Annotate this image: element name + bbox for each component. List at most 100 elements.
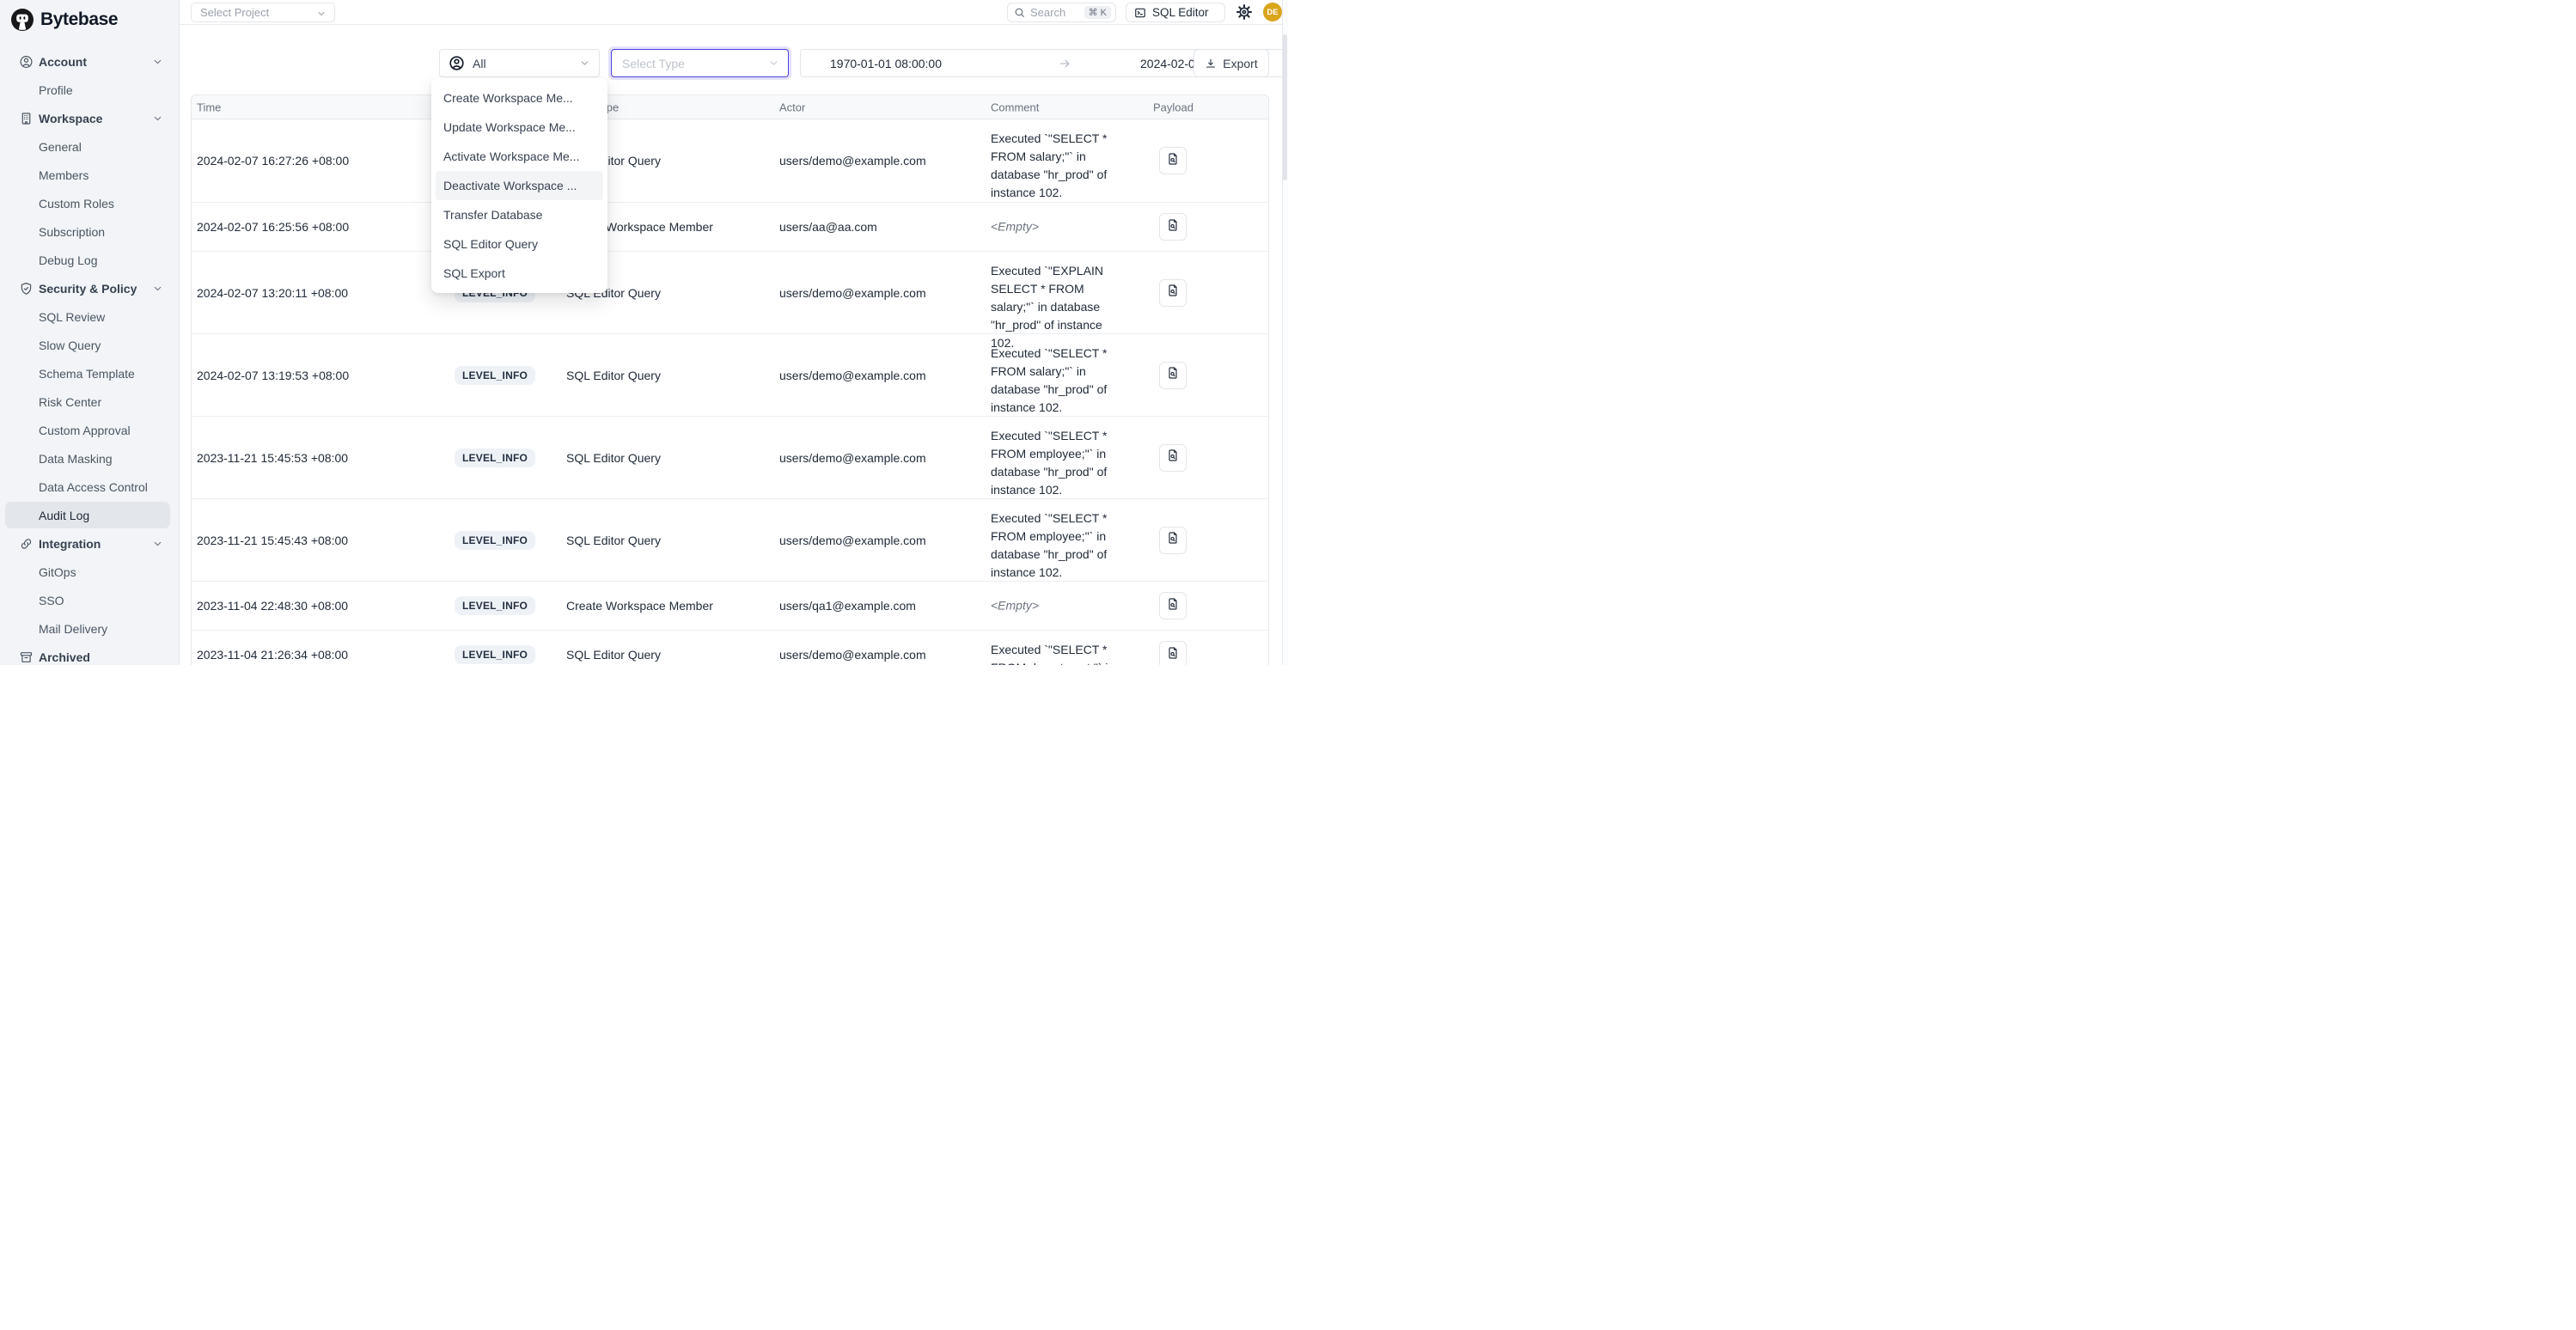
cell-time: 2023-11-04 21:26:34 +08:00 — [197, 648, 348, 662]
payload-view-button[interactable] — [1159, 592, 1187, 619]
brand-name: Bytebase — [40, 9, 118, 30]
sidebar-item-subscription[interactable]: Subscription — [0, 217, 179, 246]
cell-audit-type: SQL Editor Query — [566, 648, 661, 662]
dropdown-option-deactivate-workspace[interactable]: Deactivate Workspace ... — [436, 171, 603, 200]
export-label: Export — [1223, 57, 1257, 70]
sidebar-item-members[interactable]: Members — [0, 161, 179, 189]
chevron-down-icon — [152, 538, 163, 549]
sidebar-item-audit-log[interactable]: Audit Log — [0, 501, 179, 529]
sidebar-item-data-access-control[interactable]: Data Access Control — [0, 473, 179, 501]
cell-comment: Executed `"SELECT * FROM employee;"` in … — [991, 427, 1121, 499]
terminal-icon — [1134, 7, 1146, 19]
payload-view-button[interactable] — [1159, 641, 1187, 665]
file-search-icon — [1166, 284, 1180, 302]
sidebar-item-custom-roles[interactable]: Custom Roles — [0, 189, 179, 217]
sidebar-item-label: Archived — [39, 650, 90, 664]
sidebar-item-label: Security & Policy — [39, 282, 137, 296]
sidebar-item-workspace[interactable]: Workspace — [0, 104, 179, 132]
export-button[interactable]: Export — [1193, 49, 1269, 77]
search-icon — [1014, 7, 1025, 18]
brand-logo[interactable]: Bytebase — [11, 9, 118, 31]
sidebar-item-custom-approval[interactable]: Custom Approval — [0, 416, 179, 444]
sidebar-item-mail-delivery[interactable]: Mail Delivery — [0, 614, 179, 643]
sidebar-item-label: Subscription — [39, 225, 105, 239]
dropdown-option-activate-workspace-me[interactable]: Activate Workspace Me... — [436, 142, 603, 171]
project-select[interactable]: Select Project — [191, 3, 335, 22]
level-badge: LEVEL_INFO — [455, 531, 535, 550]
file-search-icon — [1166, 646, 1180, 664]
cell-comment: Executed `"SELECT * FROM department;"` i… — [991, 641, 1121, 665]
sql-editor-button[interactable]: SQL Editor — [1126, 3, 1225, 22]
sidebar-item-security-policy[interactable]: Security & Policy — [0, 274, 179, 302]
sidebar-nav: AccountProfileWorkspaceGeneral Members Cus… — [0, 47, 179, 665]
sidebar-item-label: SSO — [39, 594, 64, 607]
sidebar-item-slow-query[interactable]: Slow Query — [0, 331, 179, 359]
scrollbar-thumb[interactable] — [1283, 34, 1287, 180]
sidebar-item-general[interactable]: General — [0, 132, 179, 161]
column-header-actor: Actor — [779, 101, 805, 113]
sidebar-item-debug-log[interactable]: Debug Log — [0, 246, 179, 274]
date-from-value[interactable]: 1970-01-01 08:00:00 — [830, 57, 942, 70]
cell-audit-level: LEVEL_INFO — [455, 531, 535, 550]
sidebar-item-label: Risk Center — [39, 395, 101, 409]
type-filter-select[interactable]: Select Type — [611, 49, 789, 77]
person-circle-icon — [19, 54, 34, 69]
cell-actor: users/demo@example.com — [779, 369, 926, 382]
sidebar-item-schema-template[interactable]: Schema Template — [0, 359, 179, 387]
sidebar-item-account[interactable]: Account — [0, 47, 179, 76]
sidebar-item-sso[interactable]: SSO — [0, 586, 179, 614]
column-header-time: Time — [197, 101, 221, 113]
cell-actor: users/demo@example.com — [779, 286, 926, 300]
cell-time: 2023-11-04 22:48:30 +08:00 — [197, 599, 348, 613]
cell-comment: <Empty> — [991, 218, 1121, 236]
dropdown-option-create-workspace-me[interactable]: Create Workspace Me... — [436, 83, 603, 113]
type-filter-dropdown: Create Workspace Me...Update Workspace M… — [431, 78, 607, 293]
payload-view-button[interactable] — [1159, 527, 1187, 554]
sidebar-item-label: Members — [39, 168, 89, 182]
file-search-icon — [1166, 152, 1180, 170]
table-row: 2023-11-21 15:45:43 +08:00LEVEL_INFOSQL … — [192, 498, 1268, 581]
chevron-down-icon — [316, 8, 327, 18]
payload-view-button[interactable] — [1159, 213, 1187, 241]
sql-editor-label: SQL Editor — [1152, 6, 1209, 19]
type-filter-placeholder: Select Type — [622, 57, 685, 70]
dropdown-option-sql-export[interactable]: SQL Export — [436, 259, 603, 288]
person-circle-icon — [449, 55, 465, 71]
sidebar-item-integration[interactable]: Integration — [0, 529, 179, 558]
payload-view-button[interactable] — [1159, 444, 1187, 472]
audit-log-table: Time Audit Level Audit Type Actor Commen… — [191, 95, 1269, 665]
sidebar-item-profile[interactable]: Profile — [0, 76, 179, 104]
cell-time: 2024-02-07 13:20:11 +08:00 — [197, 286, 348, 300]
chevron-down-icon — [768, 58, 779, 69]
table-row: 2024-02-07 13:20:11 +08:00LEVEL_INFOSQL … — [192, 251, 1268, 333]
bytebase-logo-icon — [11, 9, 34, 31]
payload-view-button[interactable] — [1159, 147, 1187, 174]
sidebar-item-label: Schema Template — [39, 367, 135, 381]
sidebar-item-risk-center[interactable]: Risk Center — [0, 387, 179, 416]
search-input[interactable]: Search ⌘ K — [1007, 3, 1116, 22]
top-bar: Select Project Search ⌘ K SQL Editor DE — [180, 0, 1288, 25]
link-icon — [19, 536, 34, 551]
actor-filter-select[interactable]: All — [439, 49, 600, 77]
table-row: 2024-02-07 16:27:26 +08:00LEVEL_INFOSQL … — [192, 119, 1268, 202]
sidebar-item-data-masking[interactable]: Data Masking — [0, 444, 179, 473]
avatar[interactable]: DE — [1263, 3, 1282, 21]
cell-audit-level: LEVEL_INFO — [455, 596, 535, 615]
sidebar-item-sql-review[interactable]: SQL Review — [0, 302, 179, 331]
payload-view-button[interactable] — [1159, 362, 1187, 389]
dropdown-option-sql-editor-query[interactable]: SQL Editor Query — [436, 229, 603, 259]
cell-audit-level: LEVEL_INFO — [455, 448, 535, 467]
file-search-icon — [1166, 366, 1180, 384]
app-root: Bytebase AccountProfileWorkspaceGeneral M… — [0, 0, 1288, 665]
payload-view-button[interactable] — [1159, 279, 1187, 307]
sidebar-item-gitops[interactable]: GitOps — [0, 558, 179, 586]
gear-icon[interactable] — [1236, 3, 1253, 21]
dropdown-option-update-workspace-me[interactable]: Update Workspace Me... — [436, 113, 603, 142]
cell-audit-type: SQL Editor Query — [566, 369, 661, 382]
cell-actor: users/demo@example.com — [779, 154, 926, 168]
page-scrollbar[interactable] — [1282, 0, 1288, 665]
sidebar-item-label: Data Masking — [39, 452, 113, 466]
chevron-down-icon — [579, 58, 590, 69]
dropdown-option-transfer-database[interactable]: Transfer Database — [436, 200, 603, 229]
sidebar-item-archived[interactable]: Archived — [0, 643, 179, 665]
